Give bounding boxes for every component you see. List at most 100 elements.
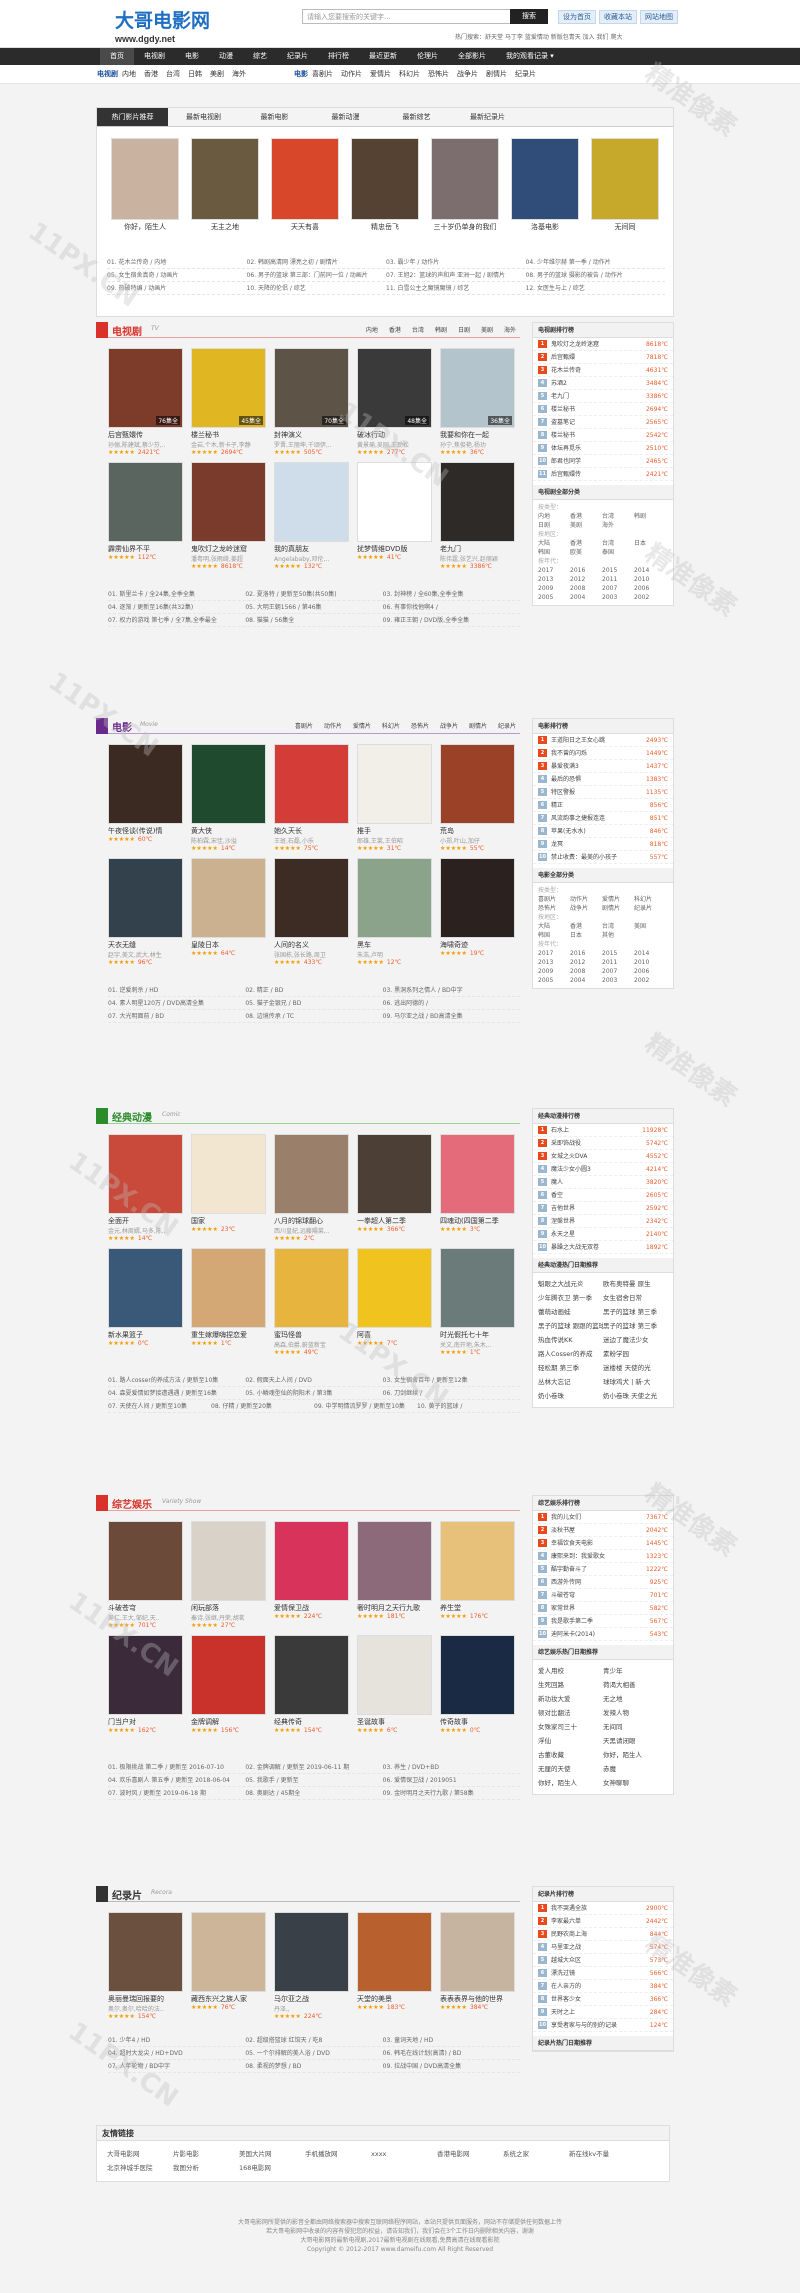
movie-category-item[interactable]: 2005	[538, 976, 570, 985]
tv-rank-name[interactable]: 鬼吹灯之龙岭迷窟	[551, 338, 646, 351]
featured-title[interactable]: 无主之地	[191, 222, 259, 232]
tv-rank-name[interactable]: 后宫甄嬛传	[551, 468, 646, 481]
doc-list-item[interactable]: 05. 一个尔排解的美人浴 / DVD	[245, 2047, 382, 2059]
subnav-item[interactable]: 战争片	[457, 69, 478, 79]
tv-card[interactable]: 48集全 破冰行动 黄景瑜,吴刚,王劲松 ★★★★★ 277℃	[357, 348, 432, 456]
variety-rank-item[interactable]: 7 斗破苍穹 701℃	[533, 1589, 673, 1602]
variety-card[interactable]: 闲玩部落 秦诗,张继,丹荣,胡茗 ★★★★★ 27℃	[191, 1521, 266, 1629]
subnav-item[interactable]: 内地	[122, 69, 136, 79]
tv-rank-name[interactable]: 郎君也同学	[551, 455, 646, 468]
movie-card[interactable]: 皇陵日本 ★★★★★ 64℃	[191, 858, 266, 966]
featured-list-item[interactable]: 11. 白雪公主之魔镜魔镜 / 综艺	[386, 282, 526, 294]
tv-category-item[interactable]: 美剧	[570, 521, 602, 530]
variety-hot-item[interactable]: 女殊家司三十	[538, 1720, 603, 1734]
movie-rank-name[interactable]: 苹果(无水水)	[551, 825, 650, 838]
variety-rank-name[interactable]: 我的儿女们	[551, 1511, 646, 1524]
anime-hot-item[interactable]: 蕾萌动画蛙	[538, 1305, 603, 1319]
movie-card-title[interactable]: 荒岛	[440, 826, 515, 836]
movie-rank-name[interactable]: 精正	[551, 799, 650, 812]
movie-category-item[interactable]: 纪录片	[634, 904, 666, 913]
movie-category-item[interactable]: 2007	[602, 967, 634, 976]
tv-category-item[interactable]: 泰国	[602, 548, 634, 557]
variety-list-item[interactable]: 09. 金时明月之天行九歌 / 第58集	[383, 1787, 520, 1799]
anime-card-title[interactable]: 四魂动(四国第二季	[440, 1216, 515, 1226]
subnav-label-movie[interactable]: 电影	[294, 69, 308, 79]
anime-rank-item[interactable]: 5 魔人 3820℃	[533, 1176, 673, 1189]
variety-card-title[interactable]: 传奇故事	[440, 1717, 515, 1727]
anime-card[interactable]: 国家 ★★★★★ 23℃	[191, 1134, 266, 1242]
tv-rank-item[interactable]: 7 盗墓笔记 2565℃	[533, 416, 673, 429]
doc-rank-name[interactable]: 在人亲方的	[551, 1980, 650, 1993]
variety-hot-item[interactable]: 荷渴大相善	[603, 1678, 668, 1692]
tv-category-item[interactable]: 海外	[602, 521, 634, 530]
featured-list-item[interactable]: 08. 男子的篮球 摄影的被告 / 动作片	[526, 269, 666, 281]
doc-card-title[interactable]: 藏西东兴之族人家	[191, 1994, 266, 2004]
movie-list-item[interactable]: 02. 精正 / BD	[245, 984, 382, 996]
doc-card[interactable]: 藏西东兴之族人家 ★★★★★ 76℃	[191, 1912, 266, 2020]
tv-category-item[interactable]: 2013	[538, 575, 570, 584]
movie-rank-item[interactable]: 1 王道阳日之王女心跳 2493℃	[533, 734, 673, 747]
tv-category-item[interactable]: 大陆	[538, 539, 570, 548]
variety-poster[interactable]	[191, 1521, 266, 1601]
nav-item[interactable]: 伦理片	[407, 48, 448, 65]
tv-poster[interactable]: 45集全	[191, 348, 266, 428]
movie-rank-name[interactable]: 暴爱夜满3	[551, 760, 646, 773]
anime-rank-item[interactable]: 7 吉他世界 2592℃	[533, 1202, 673, 1215]
movie-rank-item[interactable]: 6 精正 856℃	[533, 799, 673, 812]
movie-category-item[interactable]: 2010	[634, 958, 666, 967]
variety-rank-item[interactable]: 6 西游外传网 925℃	[533, 1576, 673, 1589]
featured-item[interactable]: 无主之地	[191, 138, 259, 232]
movie-rank-item[interactable]: 10 禁止收费：最美的小孩子 557℃	[533, 851, 673, 864]
anime-card[interactable]: 八月的锦球翻心 西川皇紀,远藤陽菜,.. ★★★★★ 2℃	[274, 1134, 349, 1242]
variety-list-item[interactable]: 02. 金牌调解 / 更新至 2019-06-11 期	[245, 1761, 382, 1773]
movie-list-item[interactable]: 01. 逆爱刺杀 / HD	[108, 984, 245, 996]
tv-card[interactable]: 鬼吹灯之龙岭迷窟 潘粤明,张雨绮,姜超 ★★★★★ 8618℃	[191, 462, 266, 570]
movie-poster[interactable]	[440, 858, 515, 938]
movie-card-title[interactable]: 人间的名义	[274, 940, 349, 950]
search-button[interactable]: 搜索	[510, 9, 548, 24]
friend-link[interactable]: 系统之家	[503, 2147, 569, 2161]
nav-item[interactable]: 纪录片	[277, 48, 318, 65]
anime-poster[interactable]	[274, 1248, 349, 1328]
movie-rank-name[interactable]: 特区警报	[551, 786, 646, 799]
anime-hot-item[interactable]: 少年腾衣卫 第一季	[538, 1291, 603, 1305]
featured-title[interactable]: 洛基电影	[511, 222, 579, 232]
tv-poster[interactable]: 36集全	[440, 348, 515, 428]
variety-poster[interactable]	[108, 1521, 183, 1601]
anime-list-item[interactable]: 02. 假面天上人间 / DVD	[245, 1374, 382, 1386]
subnav-item[interactable]: 台湾	[166, 69, 180, 79]
movie-list-item[interactable]: 03. 黑洞系列之情人 / BD中字	[383, 984, 520, 996]
variety-poster[interactable]	[357, 1521, 432, 1601]
tv-category-item[interactable]: 2006	[634, 584, 666, 593]
tv-rank-item[interactable]: 11 后宫甄嬛传 2421℃	[533, 468, 673, 481]
tv-list-item[interactable]: 01. 斯里兰卡 / 全24集,全季全集	[108, 588, 245, 600]
tv-rank-name[interactable]: 老九门	[551, 390, 646, 403]
movie-card-title[interactable]: 她久天长	[274, 826, 349, 836]
tv-card-title[interactable]: 鬼吹灯之龙岭迷窟	[191, 544, 266, 554]
tv-card-title[interactable]: 扰梦情维DVD版	[357, 544, 432, 554]
movie-poster[interactable]	[191, 858, 266, 938]
tv-category-item[interactable]: 2002	[634, 593, 666, 602]
variety-rank-item[interactable]: 10 迪阿米卡(2014) 543℃	[533, 1628, 673, 1641]
movie-list-item[interactable]: 04. 素人明星120万 / DVD高清全集	[108, 997, 245, 1009]
tv-category-item[interactable]: 香港	[570, 539, 602, 548]
variety-poster[interactable]	[274, 1521, 349, 1601]
friend-link[interactable]: 片影电影	[173, 2147, 239, 2161]
tv-card-title[interactable]: 后宫甄嬛传	[108, 430, 183, 440]
movie-card[interactable]: 午夜怪谈(传说)情 ★★★★★ 60℃	[108, 744, 183, 852]
sitemap-link[interactable]: 网站地图	[640, 10, 678, 24]
anime-list-item[interactable]: 05. 小鳞魂型仙的阴阳术 / 第3集	[245, 1387, 382, 1399]
movie-card[interactable]: 黑车 朱浩,卢明 ★★★★★ 12℃	[357, 858, 432, 966]
tv-card[interactable]: 霹雳仙界不平 ★★★★★ 112℃	[108, 462, 183, 570]
movie-category-item[interactable]: 2016	[570, 949, 602, 958]
anime-poster[interactable]	[357, 1134, 432, 1214]
tv-category-item[interactable]: 台湾	[602, 512, 634, 521]
tv-category-item[interactable]: 2015	[602, 566, 634, 575]
variety-section-title[interactable]: 综艺娱乐	[112, 1496, 152, 1511]
movie-category-item[interactable]: 2015	[602, 949, 634, 958]
movie-card[interactable]: 她久天长 王斑,石磊,小乐 ★★★★★ 75℃	[274, 744, 349, 852]
tv-list-item[interactable]: 05. 大明王朝1566 / 第46集	[245, 601, 382, 613]
movie-card[interactable]: 黄大侠 陈柏霖,宋佳,沙溢 ★★★★★ 14℃	[191, 744, 266, 852]
featured-poster[interactable]	[191, 138, 259, 220]
movie-category-item[interactable]: 其他	[602, 931, 634, 940]
